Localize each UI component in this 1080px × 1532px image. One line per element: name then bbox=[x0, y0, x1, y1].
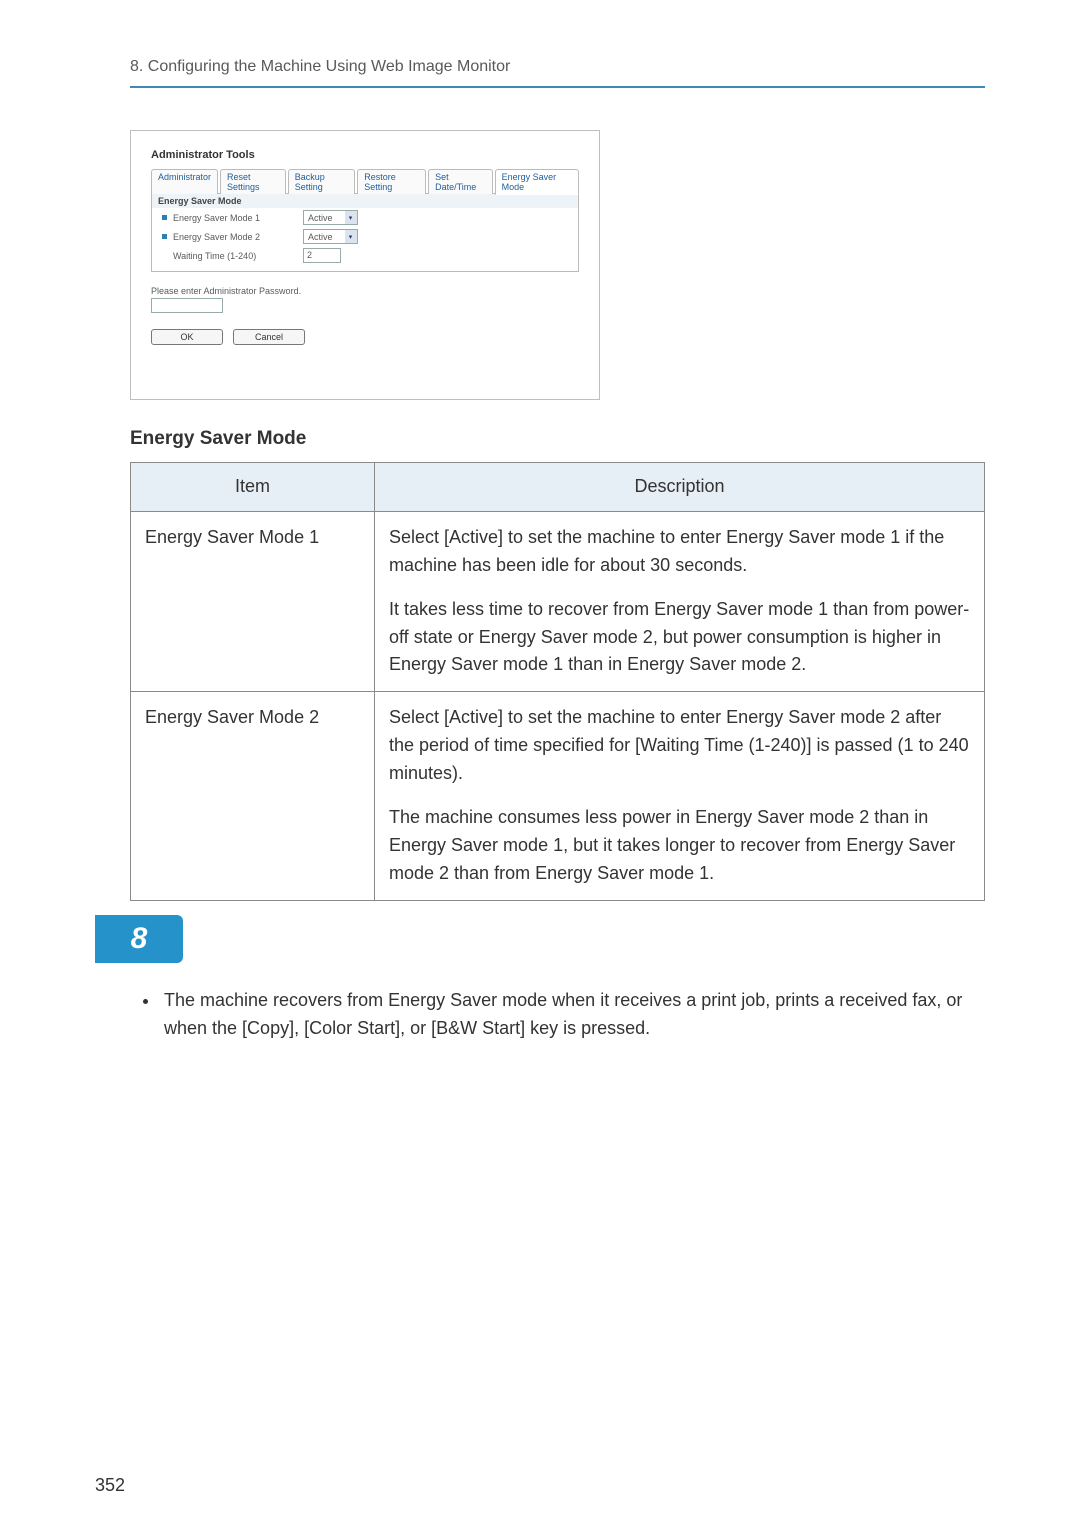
description-table: Item Description Energy Saver Mode 1 Sel… bbox=[130, 462, 985, 901]
desc-para: Select [Active] to set the machine to en… bbox=[389, 704, 970, 788]
table-header-item: Item bbox=[131, 463, 375, 512]
label-mode2: Energy Saver Mode 2 bbox=[173, 232, 303, 242]
tab-set-date-time[interactable]: Set Date/Time bbox=[428, 169, 493, 194]
label-mode1: Energy Saver Mode 1 bbox=[173, 213, 303, 223]
select-mode2-value: Active bbox=[304, 232, 345, 242]
screenshot-buttons: OK Cancel bbox=[151, 329, 579, 345]
cancel-button[interactable]: Cancel bbox=[233, 329, 305, 345]
table-row: Energy Saver Mode 2 Select [Active] to s… bbox=[131, 692, 985, 900]
chapter-header: 8. Configuring the Machine Using Web Ima… bbox=[130, 58, 985, 88]
section-title: Energy Saver Mode bbox=[130, 428, 985, 450]
tab-restore-setting[interactable]: Restore Setting bbox=[357, 169, 426, 194]
table-row: Energy Saver Mode 1 Select [Active] to s… bbox=[131, 511, 985, 691]
cell-description: Select [Active] to set the machine to en… bbox=[375, 511, 985, 691]
cell-item: Energy Saver Mode 1 bbox=[131, 511, 375, 691]
desc-para: Select [Active] to set the machine to en… bbox=[389, 524, 970, 580]
tab-energy-saver-mode[interactable]: Energy Saver Mode bbox=[495, 169, 579, 195]
row-energy-saver-mode-1: Energy Saver Mode 1 Active ▾ bbox=[152, 208, 578, 227]
password-label: Please enter Administrator Password. bbox=[151, 286, 579, 296]
cell-item: Energy Saver Mode 2 bbox=[131, 692, 375, 900]
chevron-down-icon: ▾ bbox=[345, 230, 357, 243]
desc-para: It takes less time to recover from Energ… bbox=[389, 596, 970, 680]
bullet-icon bbox=[162, 234, 167, 239]
row-energy-saver-mode-2: Energy Saver Mode 2 Active ▾ bbox=[152, 227, 578, 246]
cell-description: Select [Active] to set the machine to en… bbox=[375, 692, 985, 900]
row-waiting-time: Waiting Time (1-240) 2 bbox=[152, 246, 578, 265]
input-waiting-time[interactable]: 2 bbox=[303, 248, 341, 263]
tab-backup-setting[interactable]: Backup Setting bbox=[288, 169, 356, 194]
screenshot-title: Administrator Tools bbox=[151, 149, 579, 161]
password-input[interactable] bbox=[151, 298, 223, 313]
screenshot-tab-body: Energy Saver Mode Energy Saver Mode 1 Ac… bbox=[151, 193, 579, 272]
page-container: 8. Configuring the Machine Using Web Ima… bbox=[0, 0, 1080, 1532]
select-mode1-value: Active bbox=[304, 213, 345, 223]
chapter-tab: 8 bbox=[95, 915, 183, 963]
label-waiting-time: Waiting Time (1-240) bbox=[173, 251, 303, 261]
tab-reset-settings[interactable]: Reset Settings bbox=[220, 169, 286, 194]
chevron-down-icon: ▾ bbox=[345, 211, 357, 224]
select-mode1[interactable]: Active ▾ bbox=[303, 210, 358, 225]
select-mode2[interactable]: Active ▾ bbox=[303, 229, 358, 244]
bullet-icon bbox=[162, 215, 167, 220]
tab-administrator[interactable]: Administrator bbox=[151, 169, 218, 194]
page-number: 352 bbox=[95, 1475, 125, 1496]
note-list: The machine recovers from Energy Saver m… bbox=[130, 987, 985, 1043]
admin-tools-screenshot: Administrator Tools Administrator Reset … bbox=[130, 130, 600, 400]
screenshot-section-head: Energy Saver Mode bbox=[152, 194, 578, 208]
table-header-description: Description bbox=[375, 463, 985, 512]
desc-para: The machine consumes less power in Energ… bbox=[389, 804, 970, 888]
ok-button[interactable]: OK bbox=[151, 329, 223, 345]
note-item: The machine recovers from Energy Saver m… bbox=[160, 987, 985, 1043]
screenshot-tabs: Administrator Reset Settings Backup Sett… bbox=[151, 169, 579, 194]
